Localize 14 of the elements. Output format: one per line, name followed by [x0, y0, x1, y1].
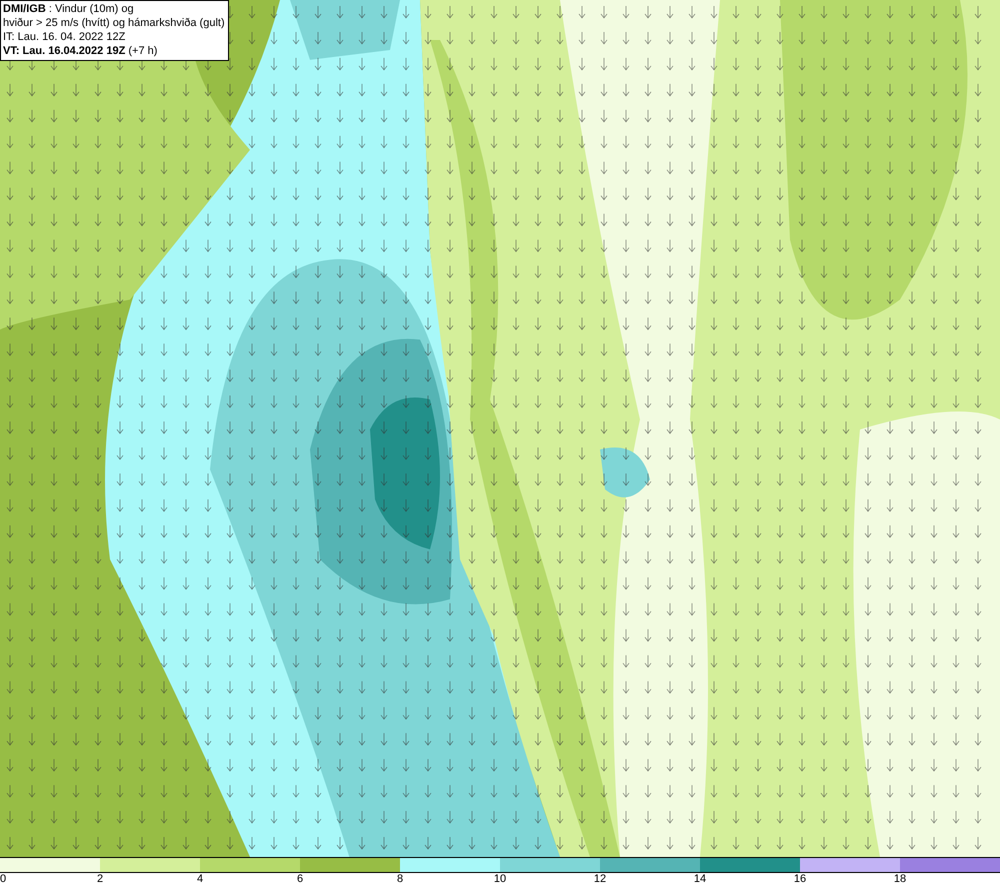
legend-label: 2 — [96, 873, 104, 886]
info-line: IT: Lau. 16. 04. 2022 12Z — [3, 30, 126, 44]
info-line: hviður > 25 m/s (hvítt) og hámarkshviða (gult) — [3, 16, 225, 30]
info-line: DMI/IGB : Vindur (10m) og — [3, 2, 135, 16]
legend-label: 4 — [196, 873, 204, 886]
legend-label: 18 — [894, 873, 906, 886]
legend-label: 14 — [694, 873, 706, 886]
legend-label: 16 — [794, 873, 806, 886]
legend-label: 0 — [0, 873, 6, 886]
legend-label: 6 — [296, 873, 304, 886]
info-line: VT: Lau. 16.04.2022 19Z (+7 h) — [3, 44, 158, 58]
legend-label: 8 — [396, 873, 404, 886]
legend-label: 10 — [494, 873, 506, 886]
legend-label: 12 — [594, 873, 606, 886]
